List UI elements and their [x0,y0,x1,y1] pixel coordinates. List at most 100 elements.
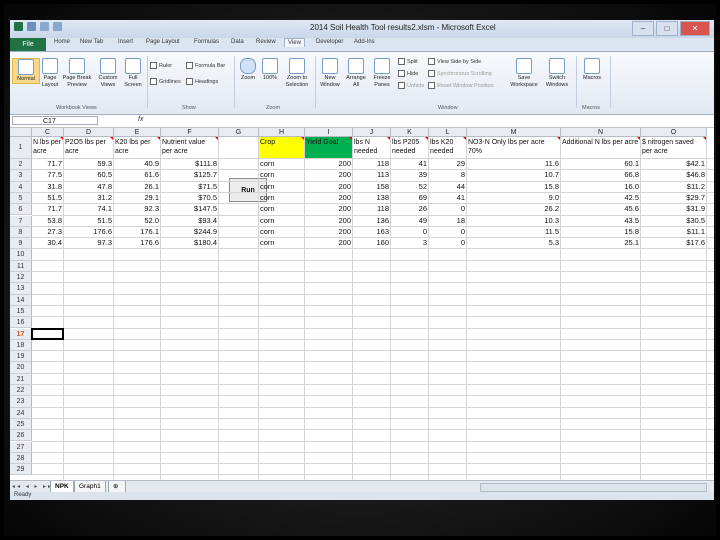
cell-j8[interactable]: 163 [353,227,390,237]
row-header-2[interactable]: 2 [10,159,32,171]
zoom-to-selection-button[interactable]: Zoom to Selection [282,58,312,89]
cell-k3[interactable]: 39 [391,170,428,180]
cell-j5[interactable]: 138 [353,193,390,203]
row-header-27[interactable]: 27 [10,441,32,453]
tab-add-ins[interactable]: Add-Ins [354,39,375,45]
cell-e6[interactable]: 92.3 [114,204,160,214]
cell-f4[interactable]: $71.5 [161,182,218,192]
cell-c9[interactable]: 30.4 [32,238,63,248]
row-header-5[interactable]: 5 [10,192,32,205]
row-header-15[interactable]: 15 [10,305,32,318]
cell-g6[interactable] [219,204,258,214]
cell-i3[interactable]: 200 [305,170,352,180]
row-header-20[interactable]: 20 [10,362,32,374]
cell-o7[interactable]: $30.5 [641,216,706,226]
cell-k8[interactable]: 0 [391,227,428,237]
header-cell-e[interactable]: K20 lbs per acre [114,137,160,158]
cell-e4[interactable]: 26.1 [114,182,160,192]
cell-m9[interactable]: 5.3 [467,238,560,248]
normal-view-button[interactable]: Normal [12,58,40,84]
cell-h9[interactable]: corn [259,238,304,248]
cell-m2[interactable]: 11.6 [467,159,560,169]
unhide-button[interactable]: Unhide [398,82,424,89]
row-header-25[interactable]: 25 [10,418,32,431]
cell-o6[interactable]: $31.9 [641,204,706,214]
row-header-28[interactable]: 28 [10,452,32,465]
cell-d6[interactable]: 74.1 [64,204,113,214]
cell-n2[interactable]: 60.1 [561,159,640,169]
new-window-button[interactable]: New Window [318,58,342,89]
cell-k2[interactable]: 41 [391,159,428,169]
cell-i6[interactable]: 200 [305,204,352,214]
save-workspace-button[interactable]: Save Workspace [510,58,538,89]
header-cell-m[interactable]: NO3-N Only lbs per acre 70% [467,137,560,158]
macros-button[interactable]: Macros [580,58,604,82]
column-header-m[interactable]: M [467,128,561,137]
column-header-c[interactable]: C [32,128,64,137]
cell-j2[interactable]: 118 [353,159,390,169]
cell-l9[interactable]: 0 [429,238,466,248]
cell-n8[interactable]: 15.8 [561,227,640,237]
cell-g4[interactable] [219,182,258,192]
cell-d5[interactable]: 31.2 [64,193,113,203]
cell-o9[interactable]: $17.6 [641,238,706,248]
cell-c3[interactable]: 77.5 [32,170,63,180]
cell-d9[interactable]: 97.3 [64,238,113,248]
cell-d2[interactable]: 59.3 [64,159,113,169]
page-break-preview-button[interactable]: Page Break Preview [62,58,92,89]
column-header-l[interactable]: L [429,128,467,137]
cell-l6[interactable]: 0 [429,204,466,214]
tab-data[interactable]: Data [231,39,244,45]
horizontal-scrollbar[interactable] [480,483,707,492]
cell-h8[interactable]: corn [259,227,304,237]
cell-m6[interactable]: 26.2 [467,204,560,214]
cell-m4[interactable]: 15.8 [467,182,560,192]
tab-insert[interactable]: Insert [118,39,133,45]
cell-e8[interactable]: 176.1 [114,227,160,237]
row-header-1[interactable]: 1 [10,137,32,159]
name-box[interactable]: C17 [12,116,98,125]
zoom-100-button[interactable]: 100% [260,58,280,82]
row-header-3[interactable]: 3 [10,170,32,182]
row-header-12[interactable]: 12 [10,272,32,284]
row-header-14[interactable]: 14 [10,294,32,306]
cell-m7[interactable]: 10.3 [467,216,560,226]
row-header-13[interactable]: 13 [10,283,32,295]
cell-g7[interactable] [219,216,258,226]
tab-new-tab[interactable]: New Tab [80,39,103,45]
header-cell-c[interactable]: N lbs per acre [32,137,63,158]
row-header-23[interactable]: 23 [10,396,32,408]
zoom-button[interactable]: Zoom [238,58,258,82]
cell-c7[interactable]: 53.8 [32,216,63,226]
row-header-17[interactable]: 17 [10,328,32,340]
cell-c8[interactable]: 27.3 [32,227,63,237]
cell-o8[interactable]: $11.1 [641,227,706,237]
reset-window-position-button[interactable]: Reset Window Position [428,82,494,89]
cell-c5[interactable]: 51.5 [32,193,63,203]
cell-c4[interactable]: 31.8 [32,182,63,192]
hide-button[interactable]: Hide [398,70,418,77]
cell-n3[interactable]: 66.8 [561,170,640,180]
cell-d8[interactable]: 176.6 [64,227,113,237]
cell-l8[interactable]: 0 [429,227,466,237]
cell-n7[interactable]: 43.5 [561,216,640,226]
view-side-by-side-button[interactable]: View Side by Side [428,58,481,65]
cell-o3[interactable]: $46.8 [641,170,706,180]
cell-m3[interactable]: 10.7 [467,170,560,180]
custom-views-button[interactable]: Custom Views [96,58,120,89]
tab-file[interactable]: File [10,38,46,51]
cell-g8[interactable] [219,227,258,237]
cell-i9[interactable]: 200 [305,238,352,248]
cell-h3[interactable]: corn [259,170,304,180]
cell-n6[interactable]: 45.6 [561,204,640,214]
cell-n5[interactable]: 42.5 [561,193,640,203]
cell-f2[interactable]: $111.8 [161,159,218,169]
cell-f6[interactable]: $147.5 [161,204,218,214]
cell-h4[interactable]: corn [259,182,304,192]
header-cell-k[interactable]: lbs P205 needed [391,137,428,158]
header-cell-f[interactable]: Nutrient value per acre [161,137,218,158]
headings-checkbox[interactable]: Headings [186,78,218,85]
cell-l5[interactable]: 41 [429,193,466,203]
formula-bar-checkbox[interactable]: Formula Bar [186,62,225,69]
column-header-n[interactable]: N [561,128,641,137]
